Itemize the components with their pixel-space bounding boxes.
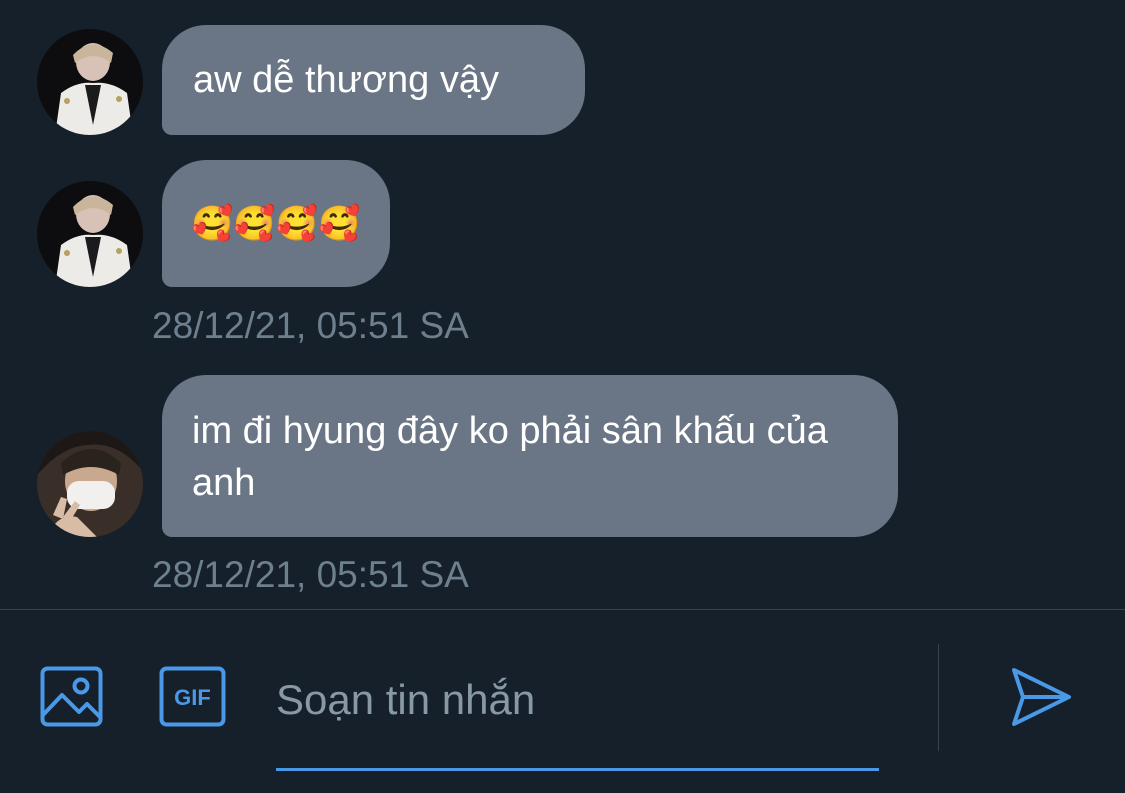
sender-avatar[interactable] bbox=[37, 29, 143, 135]
composer-divider bbox=[0, 609, 1125, 610]
message-bubble[interactable]: 🥰🥰🥰🥰 bbox=[162, 160, 390, 287]
composer-separator bbox=[938, 644, 939, 751]
svg-text:GIF: GIF bbox=[174, 685, 211, 710]
input-focus-underline bbox=[276, 768, 879, 771]
message-timestamp: 28/12/21, 05:51 SA bbox=[152, 305, 469, 346]
message-bubble[interactable]: im đi hyung đây ko phải sân khấu của anh bbox=[162, 375, 898, 537]
message-bubble[interactable]: aw dễ thương vậy bbox=[162, 25, 585, 135]
gif-icon[interactable]: GIF bbox=[159, 666, 226, 732]
message-text: im đi hyung đây ko phải sân khấu của anh bbox=[192, 410, 828, 504]
dm-conversation-screen: aw dễ thương vậy 🥰🥰🥰🥰 28/12/21, 05:51 SA bbox=[0, 0, 1125, 793]
send-icon[interactable] bbox=[1009, 665, 1073, 734]
message-timestamp: 28/12/21, 05:51 SA bbox=[152, 554, 469, 595]
message-input[interactable] bbox=[276, 660, 880, 740]
receiver-avatar[interactable] bbox=[37, 431, 143, 537]
message-emoji-text: 🥰🥰🥰🥰 bbox=[191, 205, 361, 243]
image-icon[interactable] bbox=[40, 666, 103, 732]
message-text: aw dễ thương vậy bbox=[193, 59, 499, 101]
sender-avatar[interactable] bbox=[37, 181, 143, 287]
